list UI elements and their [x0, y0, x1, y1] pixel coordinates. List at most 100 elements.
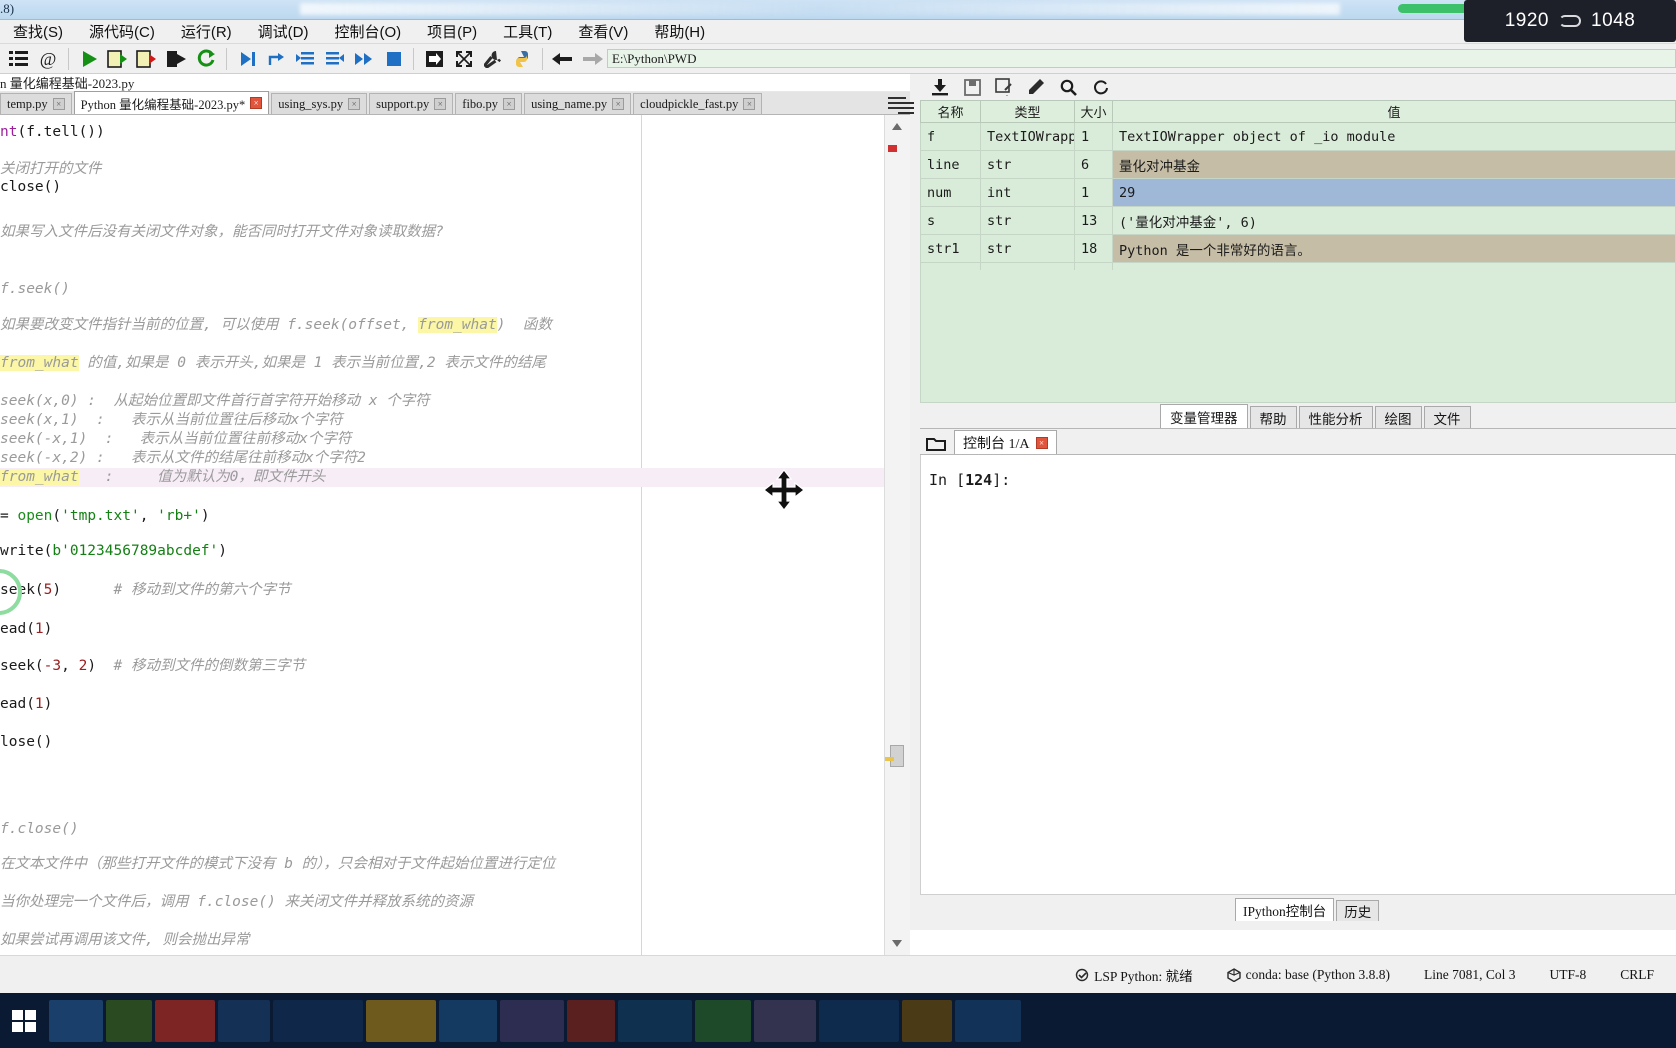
tab-history[interactable]: 历史 [1336, 900, 1380, 921]
menu-item-view[interactable]: 查看(V) [565, 21, 641, 42]
menu-item-help[interactable]: 帮助(H) [641, 21, 718, 42]
preferences-icon[interactable] [478, 45, 507, 73]
python-path-icon[interactable] [508, 45, 537, 73]
taskbar-item[interactable] [902, 999, 952, 1042]
at-icon[interactable]: @ [33, 45, 62, 73]
debug-step-icon[interactable] [261, 45, 290, 73]
save-data-icon[interactable] [962, 77, 982, 97]
tab-ipython-console[interactable]: IPython控制台 [1235, 898, 1335, 921]
menu-item-run[interactable]: 运行(R) [168, 21, 245, 42]
menu-item-find[interactable]: 查找(S) [0, 21, 76, 42]
taskbar-item[interactable] [49, 999, 103, 1042]
list-icon[interactable] [4, 45, 33, 73]
close-icon[interactable]: × [503, 98, 516, 110]
taskbar-item[interactable] [218, 999, 270, 1042]
scroll-up-icon[interactable] [892, 123, 902, 130]
code-line: f.seek() [0, 280, 884, 299]
taskbar-item[interactable] [155, 999, 215, 1042]
run-cell-advance-icon[interactable] [133, 45, 162, 73]
table-row[interactable]: num int 1 29 [920, 178, 1676, 207]
refresh-icon[interactable] [1090, 77, 1110, 97]
save-as-icon[interactable]: , [994, 77, 1014, 97]
code-editor[interactable]: nt(f.tell()) 关闭打开的文件 close() 如果写入文件后没有关闭文件对… [0, 115, 910, 955]
menu-item-tools[interactable]: 工具(T) [490, 21, 565, 42]
working-directory-path[interactable]: E:\Python\PWD [606, 49, 1676, 68]
debug-file-icon[interactable] [232, 45, 261, 73]
tab-files[interactable]: 文件 [1423, 406, 1471, 428]
debug-continue-icon[interactable] [350, 45, 379, 73]
rerun-icon[interactable] [192, 45, 221, 73]
maximize-pane-icon[interactable] [419, 45, 448, 73]
taskbar-item[interactable] [567, 999, 615, 1042]
menu-item-debug[interactable]: 调试(D) [245, 21, 322, 42]
fullscreen-icon[interactable] [449, 45, 478, 73]
editor-tab-temp[interactable]: temp.py × [0, 93, 72, 114]
taskbar-item[interactable] [754, 999, 816, 1042]
table-row[interactable]: s str 13 ('量化对冲基金', 6) [920, 206, 1676, 235]
close-icon[interactable]: × [612, 98, 625, 110]
scroll-down-icon[interactable] [892, 940, 902, 947]
taskbar-item[interactable] [273, 999, 363, 1042]
console-output-area[interactable]: In [124]: [920, 455, 1676, 895]
taskbar-item[interactable] [366, 999, 436, 1042]
pane-drag-handle[interactable] [898, 100, 914, 116]
run-cell-icon[interactable] [103, 45, 132, 73]
debug-stop-icon[interactable] [379, 45, 408, 73]
editor-tab-support[interactable]: support.py × [369, 93, 454, 114]
column-header-name[interactable]: 名称 [920, 100, 981, 123]
taskbar-item[interactable] [500, 999, 564, 1042]
editor-tab-fibo[interactable]: fibo.py × [455, 93, 523, 114]
toolbar-separator [67, 47, 69, 70]
tab-profiler[interactable]: 性能分析 [1298, 406, 1373, 428]
code-line: f.close() [0, 820, 884, 839]
tab-help[interactable]: 帮助 [1249, 406, 1297, 428]
status-lsp[interactable]: LSP Python: 就绪 [1075, 965, 1193, 985]
editor-tab-using-sys[interactable]: using_sys.py × [271, 93, 368, 114]
tab-variable-explorer[interactable]: 变量管理器 [1160, 404, 1248, 428]
clear-variables-icon[interactable] [1026, 77, 1046, 97]
column-header-size[interactable]: 大小 [1074, 100, 1113, 123]
variable-name: s [920, 206, 981, 235]
run-selection-icon[interactable] [162, 45, 191, 73]
code-token: f.seek() [0, 281, 70, 297]
editor-scrollbar[interactable] [884, 115, 910, 955]
close-icon[interactable]: × [743, 98, 756, 110]
tab-plots[interactable]: 绘图 [1374, 406, 1422, 428]
taskbar-item[interactable] [955, 999, 1021, 1042]
close-icon[interactable]: × [250, 97, 263, 109]
table-row[interactable]: str1 str 18 Python 是一个非常好的语言。 [920, 234, 1676, 263]
run-file-icon[interactable] [74, 45, 103, 73]
menu-item-source[interactable]: 源代码(C) [76, 21, 168, 42]
folder-icon[interactable] [926, 434, 948, 452]
column-header-type[interactable]: 类型 [980, 100, 1075, 123]
import-data-icon[interactable] [930, 77, 950, 97]
status-conda[interactable]: conda: base (Python 3.8.8) [1226, 967, 1390, 983]
debug-step-return-icon[interactable] [320, 45, 349, 73]
search-icon[interactable] [1058, 77, 1078, 97]
close-icon[interactable]: × [1035, 436, 1048, 449]
close-icon[interactable]: × [434, 98, 447, 110]
close-icon[interactable]: × [52, 98, 65, 110]
code-token: ) [218, 543, 227, 559]
editor-tab-cloudpickle[interactable]: cloudpickle_fast.py × [633, 93, 763, 114]
menu-item-projects[interactable]: 项目(P) [414, 21, 490, 42]
taskbar-item[interactable] [618, 999, 692, 1042]
code-token: ) [200, 508, 210, 524]
forward-arrow-icon[interactable] [578, 45, 607, 73]
debug-step-into-icon[interactable] [291, 45, 320, 73]
table-row[interactable]: f TextIOWrapper 1 TextIOWrapper object o… [920, 122, 1676, 151]
taskbar-item[interactable] [439, 999, 497, 1042]
taskbar-item[interactable] [819, 999, 899, 1042]
menu-item-console[interactable]: 控制台(O) [321, 21, 414, 42]
table-row[interactable]: line str 6 量化对冲基金 [920, 150, 1676, 179]
back-arrow-icon[interactable] [548, 45, 577, 73]
column-header-value[interactable]: 值 [1112, 100, 1676, 123]
start-button-icon[interactable] [2, 999, 46, 1042]
editor-tab-using-name[interactable]: using_name.py × [524, 93, 632, 114]
taskbar-item[interactable] [106, 999, 152, 1042]
close-icon[interactable]: × [348, 98, 361, 110]
scrollbar-thumb[interactable] [890, 745, 904, 767]
console-tab[interactable]: 控制台 1/A × [954, 430, 1057, 454]
taskbar-item[interactable] [695, 999, 751, 1042]
editor-tab-active[interactable]: Python 量化编程基础-2023.py* × [73, 91, 270, 114]
